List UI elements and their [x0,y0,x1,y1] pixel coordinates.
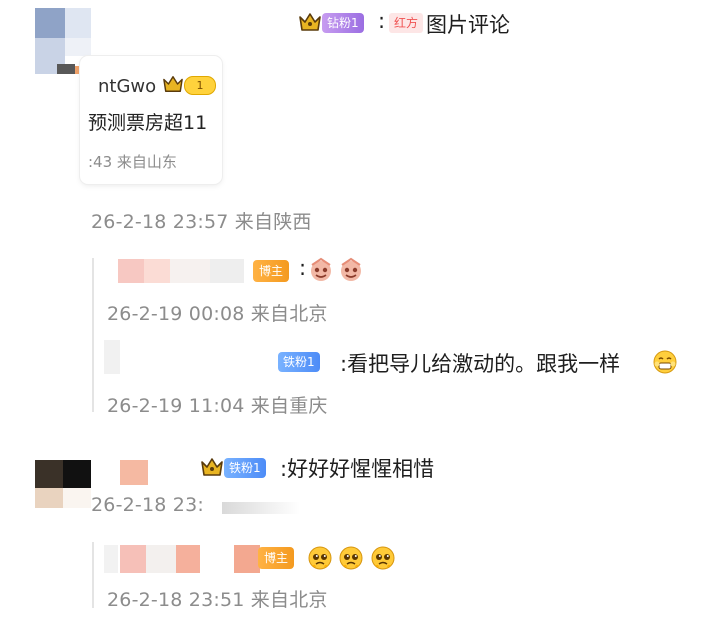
blogger-badge: 博主 [253,260,290,282]
crown-icon [298,11,322,33]
reply-text: :看把导儿给激动的。跟我一样 [340,352,621,376]
quote-username[interactable]: ntGwo [98,76,156,97]
reply-meta: 26-2-19 11:04 来自重庆 [107,395,328,417]
comment-meta: 26-2-18 23: [91,494,204,516]
avatar[interactable] [35,460,91,508]
blur-strip [222,502,300,514]
colon: : [299,256,307,280]
reply-thread-line [92,258,94,412]
crown-icon [200,456,224,478]
iron-fan-badge: 铁粉1 [278,352,320,372]
level-text: 1 [196,79,204,92]
comment-text: 图片评论 [426,13,510,37]
colon: : [378,9,386,33]
iron-fan-badge: 铁粉1 [224,458,266,478]
comment-text: :好好好惺惺相惜 [280,457,435,481]
reply-meta: 26-2-18 23:51 来自北京 [107,589,328,611]
reply-meta: 26-2-19 00:08 来自北京 [107,303,328,325]
star-eyes-emoji-icon [308,257,334,283]
team-badge: 红方 [389,13,424,33]
pleading-emoji-icon [307,545,333,571]
reply-avatar-blur[interactable] [104,259,246,283]
quote-meta: :43 来自山东 [88,153,177,171]
quote-text: 预测票房超11 [88,112,208,134]
blogger-badge: 博主 [258,547,295,569]
reply-avatar-blur[interactable] [104,545,280,573]
username-blur[interactable] [120,460,148,485]
star-eyes-emoji-icon [338,257,364,283]
pleading-emoji-icon [338,545,364,571]
reply-avatar-blur[interactable] [104,340,120,374]
pleading-emoji-icon [370,545,396,571]
comment-meta: 26-2-18 23:57 来自陕西 [91,211,312,233]
reply-thread-line [92,542,94,608]
fan-badge: 钻粉1 [322,13,364,33]
crown-icon [162,74,184,94]
quote-card[interactable]: ntGwo 1 预测票房超11 :43 来自山东 [80,56,222,184]
grin-emoji-icon [652,349,678,375]
level-badge: 1 [184,76,216,95]
